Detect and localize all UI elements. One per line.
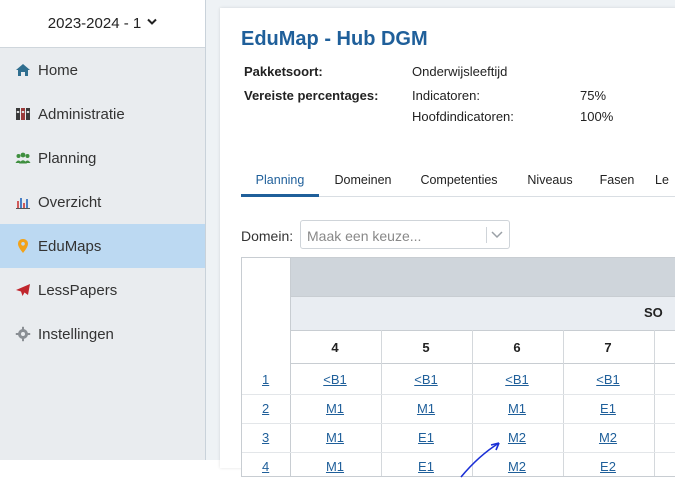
group-label-so: SO: [644, 305, 663, 320]
hoofdindicatoren-label: Hoofdindicatoren:: [412, 109, 514, 124]
sidebar-item-edumaps[interactable]: EduMaps: [0, 224, 205, 268]
sidebar-item-label: EduMaps: [38, 237, 102, 255]
sidebar-item-lesspapers[interactable]: LessPapers: [0, 268, 205, 312]
domain-select[interactable]: Maak een keuze...: [300, 220, 510, 249]
annotation-arrow-icon: [460, 442, 500, 478]
sidebar-item-label: Home: [38, 61, 79, 79]
sidebar-item-administratie[interactable]: Administratie: [0, 92, 205, 136]
row-divider: [242, 394, 675, 395]
home-icon: [14, 61, 32, 79]
chevron-down-icon: [147, 18, 157, 29]
sidebar-item-label: Overzicht: [38, 193, 102, 211]
main-area: EduMap - Hub DGM Pakketsoort: Onderwijsl…: [206, 0, 675, 477]
gear-icon: [14, 325, 32, 343]
sidebar-item-label: Instellingen: [38, 325, 114, 343]
grid-cell-link[interactable]: <B1: [381, 372, 471, 387]
column-divider: [654, 330, 655, 476]
grid-header-group: [290, 296, 675, 330]
binders-icon: [14, 105, 32, 123]
map-pin-icon: [14, 237, 32, 255]
tab-niveaus[interactable]: Niveaus: [519, 164, 581, 197]
tab-partial[interactable]: Le: [655, 164, 675, 197]
grid-cell-link[interactable]: M1: [472, 401, 562, 416]
grid-cell-link[interactable]: <B1: [290, 372, 380, 387]
paper-plane-icon: [14, 281, 32, 299]
tab-bar: Planning Domeinen Competenties Niveaus F…: [241, 164, 675, 197]
sidebar-item-label: Planning: [38, 149, 97, 167]
row-number-link[interactable]: 3: [262, 430, 269, 445]
chevron-down-icon: [490, 227, 504, 246]
sidebar-item-instellingen[interactable]: Instellingen: [0, 312, 205, 356]
sidebar-item-label: LessPapers: [38, 281, 118, 299]
sidebar-item-planning[interactable]: Planning: [0, 136, 205, 180]
year-select-value: 2023-2024 - 1: [47, 15, 142, 32]
row-number-link[interactable]: 1: [262, 372, 269, 387]
row-number-link[interactable]: 4: [262, 459, 269, 474]
column-header: 7: [604, 340, 612, 355]
domain-select-placeholder: Maak een keuze...: [307, 228, 422, 244]
grid-cell-link[interactable]: M1: [290, 430, 380, 445]
sidebar-item-home[interactable]: Home: [0, 48, 205, 92]
sidebar-item-overzicht[interactable]: Overzicht: [0, 180, 205, 224]
grid-cell-link[interactable]: M1: [381, 401, 471, 416]
tab-domeinen[interactable]: Domeinen: [325, 164, 401, 197]
pakketsoort-label: Pakketsoort:: [244, 64, 323, 79]
indicatoren-label: Indicatoren:: [412, 88, 480, 103]
column-header: 5: [422, 340, 430, 355]
grid-cell-link[interactable]: <B1: [563, 372, 653, 387]
select-separator: [486, 227, 487, 243]
column-header: 4: [331, 340, 339, 355]
bar-chart-icon: [14, 193, 32, 211]
edumap-card: EduMap - Hub DGM Pakketsoort: Onderwijsl…: [220, 8, 675, 477]
grid-cell-link[interactable]: M1: [290, 401, 380, 416]
grid-cell-link[interactable]: M2: [563, 430, 653, 445]
tab-competenties[interactable]: Competenties: [413, 164, 505, 197]
column-header: 6: [513, 340, 521, 355]
row-divider: [242, 423, 675, 424]
users-icon: [14, 149, 32, 167]
grid-cell-link[interactable]: M1: [290, 459, 380, 474]
tab-fasen[interactable]: Fasen: [591, 164, 643, 197]
grid-cell-link[interactable]: E1: [563, 401, 653, 416]
sidebar-item-label: Administratie: [38, 105, 125, 123]
grid-cell-link[interactable]: E2: [563, 459, 653, 474]
tab-planning[interactable]: Planning: [241, 164, 319, 197]
year-select[interactable]: 2023-2024 - 1: [0, 0, 205, 48]
sidebar: 2023-2024 - 1 Home Administratie Plannin…: [0, 0, 206, 460]
indicatoren-value: 75%: [580, 88, 607, 103]
page-title: EduMap - Hub DGM: [241, 28, 428, 50]
pakketsoort-value: Onderwijsleeftijd: [412, 64, 508, 79]
domain-label: Domein:: [241, 228, 294, 244]
hoofdindicatoren-value: 100%: [580, 109, 614, 124]
grid-cell-link[interactable]: <B1: [472, 372, 562, 387]
vereiste-percentages-label: Vereiste percentages:: [244, 88, 379, 103]
grid-header-top: [290, 258, 675, 296]
row-number-link[interactable]: 2: [262, 401, 269, 416]
